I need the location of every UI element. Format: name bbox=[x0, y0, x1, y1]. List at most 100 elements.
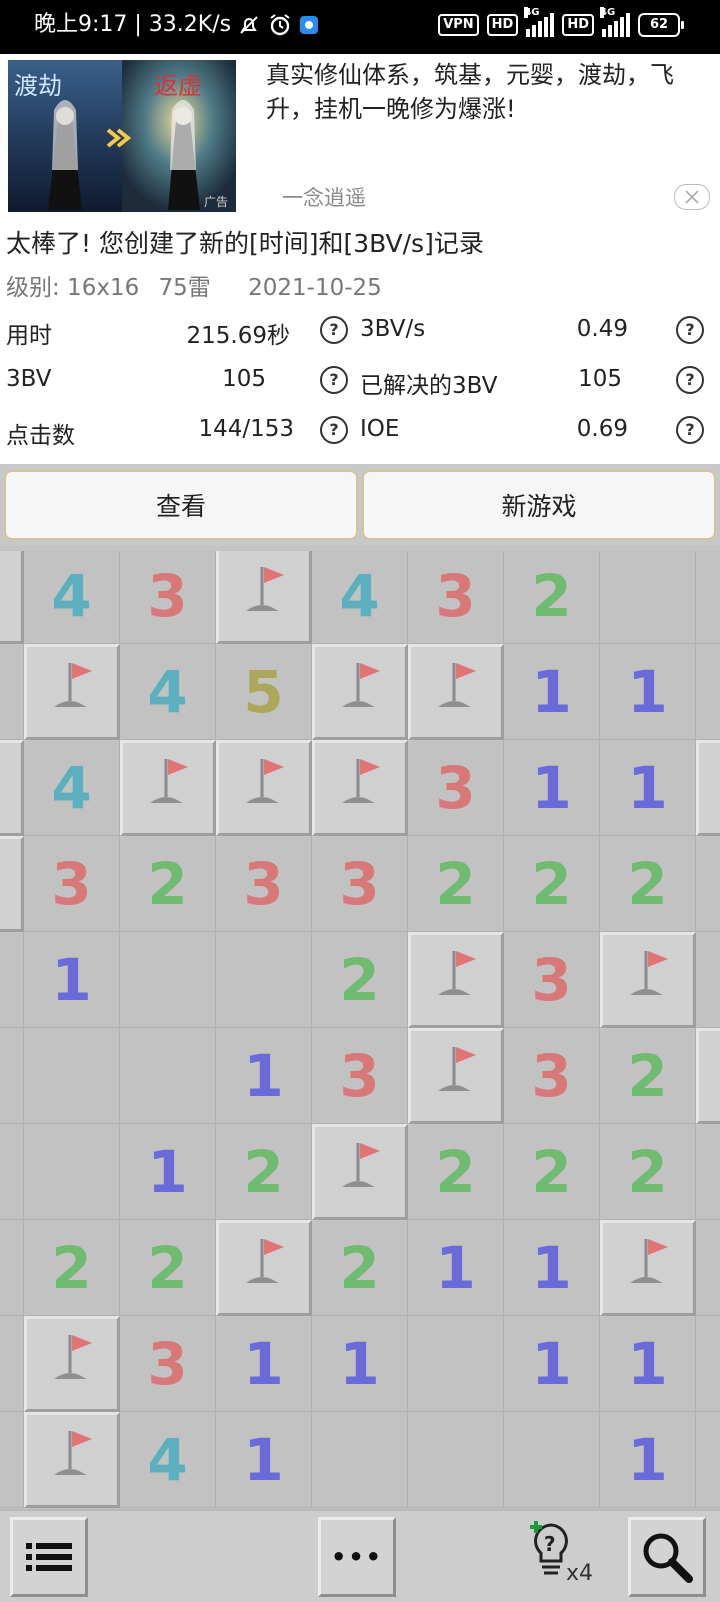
unopened-cell[interactable] bbox=[0, 551, 24, 644]
number-cell[interactable]: 1 bbox=[600, 1316, 696, 1412]
empty-cell[interactable] bbox=[216, 932, 312, 1028]
number-cell[interactable]: 1 bbox=[408, 1220, 504, 1316]
ad-image[interactable]: 渡劫 返虚 广告 bbox=[8, 60, 236, 212]
number-cell[interactable]: 1 bbox=[216, 1412, 312, 1508]
flag-cell[interactable] bbox=[216, 740, 312, 836]
flag-cell[interactable] bbox=[216, 551, 312, 644]
help-icon[interactable]: ? bbox=[320, 366, 348, 394]
flag-cell[interactable] bbox=[120, 740, 216, 836]
number-cell[interactable]: 1 bbox=[504, 1316, 600, 1412]
number-cell[interactable]: 1 bbox=[312, 1316, 408, 1412]
empty-cell[interactable] bbox=[312, 1412, 408, 1508]
number-cell[interactable]: 3 bbox=[504, 932, 600, 1028]
empty-cell[interactable] bbox=[504, 1412, 600, 1508]
empty-cell[interactable] bbox=[0, 1028, 24, 1124]
number-cell[interactable]: 2 bbox=[120, 1220, 216, 1316]
number-cell[interactable]: 2 bbox=[216, 1124, 312, 1220]
empty-cell[interactable] bbox=[120, 1028, 216, 1124]
ad-banner[interactable]: 渡劫 返虚 广告 真实修仙体系，筑基，元婴，渡劫，飞升，挂机一晚修为爆涨! 一念… bbox=[0, 54, 720, 218]
empty-cell[interactable] bbox=[696, 1220, 720, 1316]
empty-cell[interactable] bbox=[0, 1412, 24, 1508]
help-icon[interactable]: ? bbox=[676, 316, 704, 344]
flag-cell[interactable] bbox=[24, 1412, 120, 1508]
empty-cell[interactable] bbox=[408, 1412, 504, 1508]
number-cell[interactable]: 3 bbox=[408, 740, 504, 836]
empty-cell[interactable] bbox=[696, 644, 720, 740]
unopened-cell[interactable] bbox=[0, 740, 24, 836]
empty-cell[interactable] bbox=[696, 551, 720, 644]
number-cell[interactable]: 5 bbox=[216, 644, 312, 740]
unopened-cell[interactable] bbox=[696, 740, 720, 836]
unopened-cell[interactable] bbox=[696, 1028, 720, 1124]
number-cell[interactable]: 1 bbox=[120, 1124, 216, 1220]
number-cell[interactable]: 4 bbox=[120, 644, 216, 740]
ad-brand[interactable]: 一念逍遥 bbox=[282, 182, 366, 212]
number-cell[interactable]: 3 bbox=[312, 836, 408, 932]
number-cell[interactable]: 1 bbox=[600, 644, 696, 740]
empty-cell[interactable] bbox=[24, 1124, 120, 1220]
flag-cell[interactable] bbox=[312, 1124, 408, 1220]
empty-cell[interactable] bbox=[0, 1316, 24, 1412]
empty-cell[interactable] bbox=[696, 1316, 720, 1412]
number-cell[interactable]: 2 bbox=[120, 836, 216, 932]
flag-cell[interactable] bbox=[24, 644, 120, 740]
empty-cell[interactable] bbox=[408, 1316, 504, 1412]
empty-cell[interactable] bbox=[696, 932, 720, 1028]
number-cell[interactable]: 3 bbox=[216, 836, 312, 932]
zoom-button[interactable] bbox=[628, 1517, 706, 1597]
minesweeper-board[interactable]: 4343245114311323322212313321222222211311… bbox=[0, 551, 720, 1509]
number-cell[interactable]: 3 bbox=[312, 1028, 408, 1124]
empty-cell[interactable] bbox=[0, 644, 24, 740]
number-cell[interactable]: 4 bbox=[312, 551, 408, 644]
number-cell[interactable]: 2 bbox=[504, 551, 600, 644]
empty-cell[interactable] bbox=[600, 551, 696, 644]
flag-cell[interactable] bbox=[600, 1220, 696, 1316]
unopened-cell[interactable] bbox=[0, 836, 24, 932]
ad-text[interactable]: 真实修仙体系，筑基，元婴，渡劫，飞升，挂机一晚修为爆涨! bbox=[266, 58, 706, 126]
empty-cell[interactable] bbox=[24, 1028, 120, 1124]
number-cell[interactable]: 2 bbox=[504, 1124, 600, 1220]
empty-cell[interactable] bbox=[696, 836, 720, 932]
flag-cell[interactable] bbox=[312, 644, 408, 740]
number-cell[interactable]: 2 bbox=[600, 836, 696, 932]
number-cell[interactable]: 1 bbox=[216, 1028, 312, 1124]
flag-cell[interactable] bbox=[408, 644, 504, 740]
number-cell[interactable]: 1 bbox=[24, 932, 120, 1028]
flag-cell[interactable] bbox=[216, 1220, 312, 1316]
number-cell[interactable]: 1 bbox=[504, 1220, 600, 1316]
number-cell[interactable]: 1 bbox=[216, 1316, 312, 1412]
number-cell[interactable]: 1 bbox=[600, 740, 696, 836]
number-cell[interactable]: 3 bbox=[24, 836, 120, 932]
number-cell[interactable]: 3 bbox=[120, 551, 216, 644]
number-cell[interactable]: 4 bbox=[120, 1412, 216, 1508]
empty-cell[interactable] bbox=[0, 1220, 24, 1316]
number-cell[interactable]: 2 bbox=[600, 1124, 696, 1220]
number-cell[interactable]: 3 bbox=[504, 1028, 600, 1124]
flag-cell[interactable] bbox=[408, 1028, 504, 1124]
number-cell[interactable]: 2 bbox=[312, 1220, 408, 1316]
number-cell[interactable]: 4 bbox=[24, 551, 120, 644]
more-button[interactable]: ••• bbox=[318, 1517, 396, 1597]
ad-close-button[interactable] bbox=[674, 184, 710, 210]
empty-cell[interactable] bbox=[696, 1124, 720, 1220]
number-cell[interactable]: 3 bbox=[120, 1316, 216, 1412]
hint-button[interactable]: ? x4 bbox=[526, 1517, 596, 1597]
number-cell[interactable]: 1 bbox=[504, 740, 600, 836]
help-icon[interactable]: ? bbox=[320, 316, 348, 344]
number-cell[interactable]: 1 bbox=[600, 1412, 696, 1508]
help-icon[interactable]: ? bbox=[676, 366, 704, 394]
number-cell[interactable]: 2 bbox=[600, 1028, 696, 1124]
flag-cell[interactable] bbox=[600, 932, 696, 1028]
view-button[interactable]: 查看 bbox=[4, 470, 358, 540]
number-cell[interactable]: 2 bbox=[408, 1124, 504, 1220]
number-cell[interactable]: 2 bbox=[24, 1220, 120, 1316]
menu-button[interactable] bbox=[10, 1517, 88, 1597]
help-icon[interactable]: ? bbox=[676, 416, 704, 444]
number-cell[interactable]: 2 bbox=[312, 932, 408, 1028]
flag-cell[interactable] bbox=[408, 932, 504, 1028]
new-game-button[interactable]: 新游戏 bbox=[362, 470, 716, 540]
flag-cell[interactable] bbox=[24, 1316, 120, 1412]
flag-cell[interactable] bbox=[312, 740, 408, 836]
help-icon[interactable]: ? bbox=[320, 416, 348, 444]
empty-cell[interactable] bbox=[0, 1124, 24, 1220]
